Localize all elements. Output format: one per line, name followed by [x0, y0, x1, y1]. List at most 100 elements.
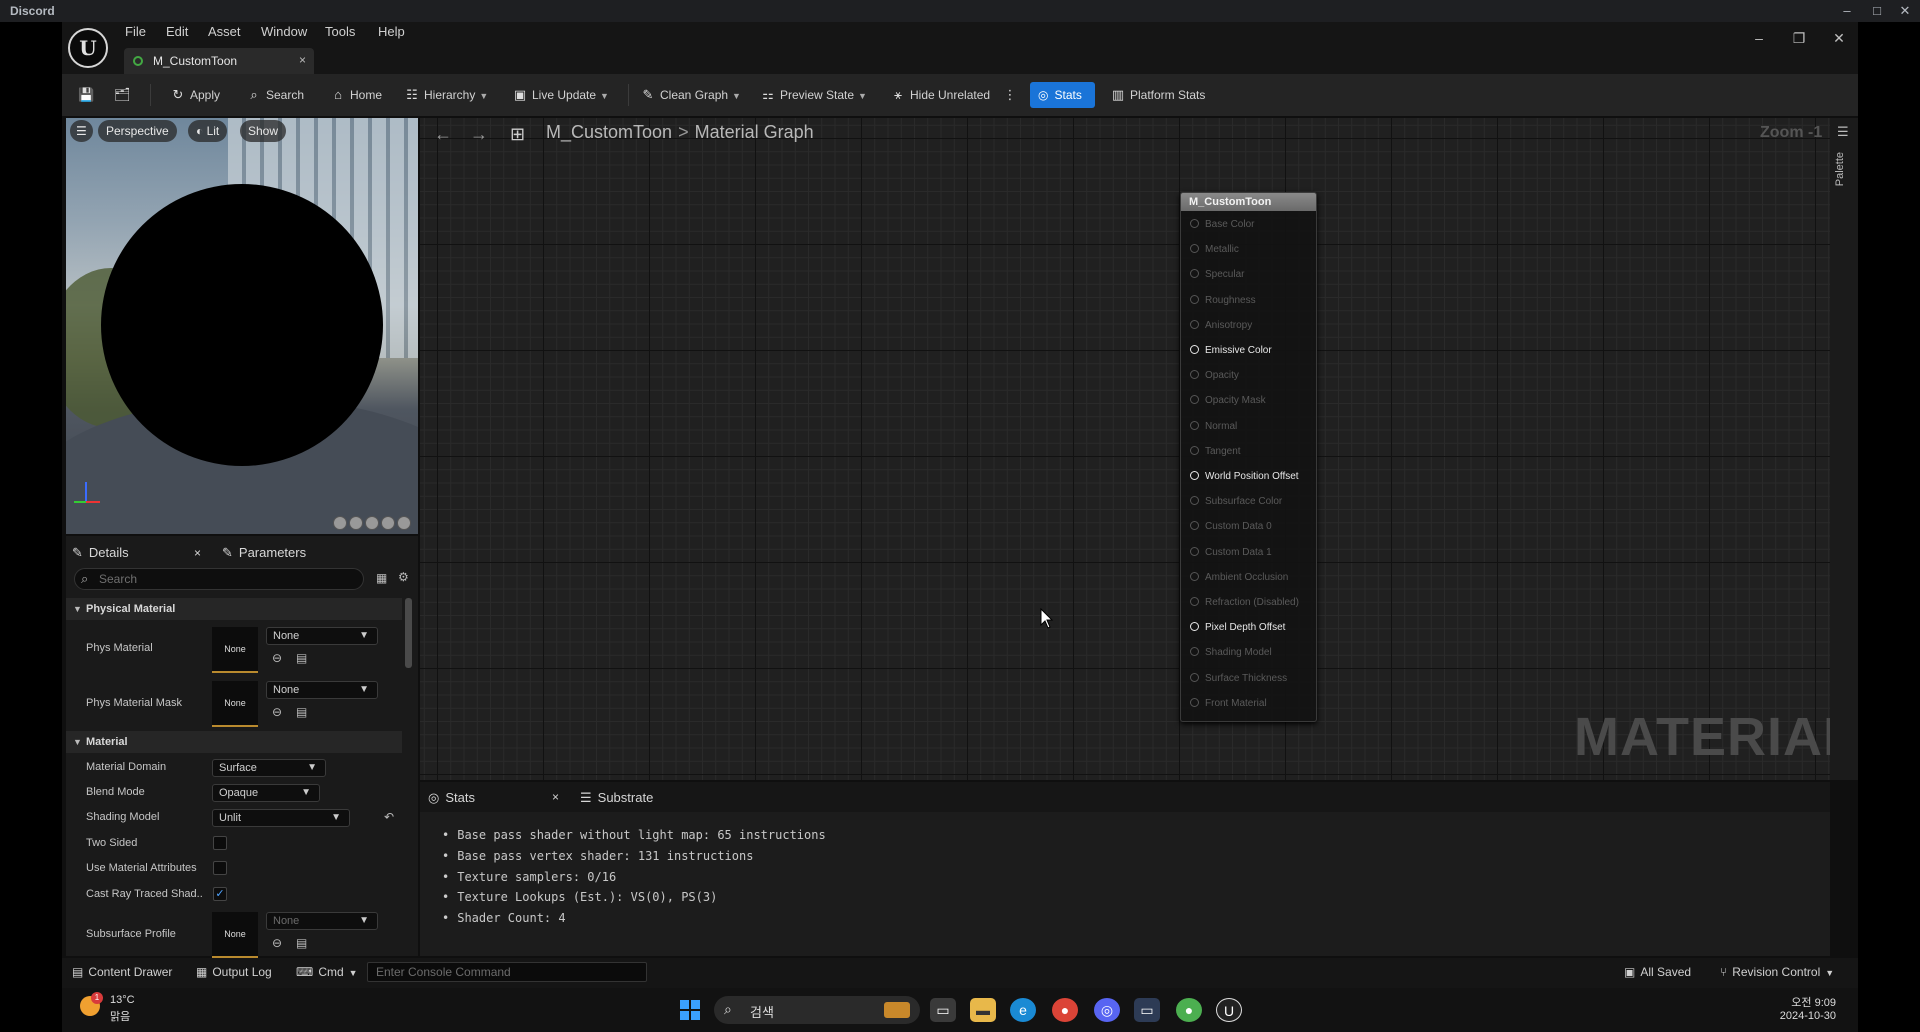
node-pin[interactable]: Custom Data 1: [1190, 546, 1272, 560]
revision-control-button[interactable]: ⑂ Revision Control ▼: [1720, 965, 1834, 979]
gear-icon[interactable]: ⚙: [398, 570, 409, 584]
tab-close-icon[interactable]: ×: [299, 53, 306, 67]
console-input[interactable]: Enter Console Command: [367, 962, 647, 982]
preview-mesh-selector[interactable]: [333, 516, 413, 533]
windows-start-icon[interactable]: [680, 1000, 700, 1020]
details-tab-close[interactable]: ×: [194, 540, 201, 566]
pin-connector-icon[interactable]: [1190, 673, 1199, 682]
node-pin[interactable]: Normal: [1190, 420, 1237, 434]
pin-connector-icon[interactable]: [1190, 597, 1199, 606]
cast-ray-traced-shadows-checkbox[interactable]: ✓: [213, 887, 227, 901]
pin-connector-icon[interactable]: [1190, 496, 1199, 505]
node-pin[interactable]: Refraction (Disabled): [1190, 596, 1299, 610]
node-pin[interactable]: Opacity Mask: [1190, 394, 1266, 408]
breadcrumb-root[interactable]: M_CustomToon: [546, 122, 672, 142]
pin-connector-icon[interactable]: [1190, 471, 1199, 480]
minimize-button[interactable]: –: [1744, 28, 1774, 48]
node-pin[interactable]: Surface Thickness: [1190, 672, 1287, 686]
use-selected-icon[interactable]: ⊖: [272, 936, 282, 950]
stats-tab-close[interactable]: ×: [552, 790, 559, 804]
node-pin[interactable]: Emissive Color: [1190, 344, 1272, 358]
subsurface-profile-combo[interactable]: None ▼: [266, 912, 378, 930]
menu-asset[interactable]: Asset: [208, 24, 241, 39]
pin-connector-icon[interactable]: [1190, 370, 1199, 379]
section-physical-material[interactable]: ▼ Physical Material: [66, 598, 402, 620]
home-button[interactable]: ⌂ Home: [330, 82, 382, 108]
unreal-engine-icon[interactable]: U: [1216, 998, 1242, 1022]
node-pin[interactable]: World Position Offset: [1190, 470, 1299, 484]
forward-arrow-icon[interactable]: →: [470, 124, 488, 145]
phys-material-thumbnail[interactable]: None: [212, 627, 258, 673]
pin-connector-icon[interactable]: [1190, 219, 1199, 228]
stats-button[interactable]: ◎ Stats: [1030, 82, 1095, 108]
show-button[interactable]: Show: [240, 120, 287, 142]
viewport-menu-button[interactable]: ☰: [70, 120, 93, 142]
pin-connector-icon[interactable]: [1190, 622, 1199, 631]
menu-window[interactable]: Window: [261, 24, 307, 39]
material-domain-combo[interactable]: Surface ▼: [212, 759, 326, 777]
pin-connector-icon[interactable]: [1190, 446, 1199, 455]
tab-parameters[interactable]: ✎ Parameters: [222, 540, 306, 566]
more-options-button[interactable]: ⋮: [1002, 82, 1022, 108]
phys-material-combo[interactable]: None ▼: [266, 627, 378, 645]
details-search-input[interactable]: ⌕ Search: [74, 568, 364, 590]
subsurface-profile-thumbnail[interactable]: None: [212, 912, 258, 958]
node-pin[interactable]: Custom Data 0: [1190, 520, 1272, 534]
preview-viewport[interactable]: [66, 118, 418, 534]
back-arrow-icon[interactable]: ←: [434, 124, 452, 145]
browse-button[interactable]: 🗂: [114, 82, 134, 108]
section-material[interactable]: ▼ Material: [66, 731, 402, 753]
platform-stats-button[interactable]: ▥ Platform Stats: [1110, 82, 1206, 108]
browse-asset-icon[interactable]: ▤: [296, 651, 307, 665]
lit-button[interactable]: ◐ Lit: [188, 120, 228, 142]
pin-connector-icon[interactable]: [1190, 244, 1199, 253]
chrome-profile-icon[interactable]: ●: [1176, 998, 1202, 1022]
chrome-icon[interactable]: ●: [1052, 998, 1078, 1022]
pin-connector-icon[interactable]: [1190, 269, 1199, 278]
pin-connector-icon[interactable]: [1190, 320, 1199, 329]
search-button[interactable]: ⌕ Search: [246, 82, 304, 108]
tab-substrate[interactable]: ☰ Substrate: [580, 790, 653, 806]
app-icon[interactable]: ▭: [1134, 998, 1160, 1022]
menu-help[interactable]: Help: [378, 24, 405, 39]
taskbar-search[interactable]: ⌕ 검색: [714, 996, 920, 1024]
browse-asset-icon[interactable]: ▤: [296, 936, 307, 950]
use-material-attributes-checkbox[interactable]: [213, 861, 227, 875]
phys-material-mask-thumbnail[interactable]: None: [212, 681, 258, 727]
node-pin[interactable]: Base Color: [1190, 218, 1254, 232]
pin-connector-icon[interactable]: [1190, 547, 1199, 556]
node-pin[interactable]: Specular: [1190, 268, 1244, 282]
pin-connector-icon[interactable]: [1190, 395, 1199, 404]
perspective-button[interactable]: Perspective: [98, 120, 177, 142]
edge-icon[interactable]: e: [1010, 998, 1036, 1022]
file-explorer-icon[interactable]: ▬: [970, 998, 996, 1022]
palette-tab[interactable]: Palette: [1834, 152, 1846, 186]
palette-list-icon[interactable]: ☰: [1837, 124, 1849, 140]
close-button[interactable]: ✕: [1824, 28, 1854, 48]
pin-connector-icon[interactable]: [1190, 698, 1199, 707]
discord-minimize-button[interactable]: –: [1836, 2, 1858, 20]
use-selected-icon[interactable]: ⊖: [272, 705, 282, 719]
browse-asset-icon[interactable]: ▤: [296, 705, 307, 719]
node-pin[interactable]: Anisotropy: [1190, 319, 1252, 333]
live-update-button[interactable]: ▣ Live Update ▼: [512, 82, 609, 108]
unreal-logo-icon[interactable]: U: [68, 28, 108, 68]
discord-maximize-button[interactable]: □: [1866, 2, 1888, 20]
two-sided-checkbox[interactable]: [213, 836, 227, 850]
save-button[interactable]: 💾: [78, 82, 98, 108]
task-view-icon[interactable]: ▭: [930, 998, 956, 1022]
pin-connector-icon[interactable]: [1190, 521, 1199, 530]
restore-button[interactable]: ❐: [1784, 28, 1814, 48]
phys-material-mask-combo[interactable]: None ▼: [266, 681, 378, 699]
reset-to-default-icon[interactable]: ↶: [384, 810, 394, 824]
output-log-button[interactable]: ▦ Output Log: [196, 965, 272, 979]
node-pin[interactable]: Metallic: [1190, 243, 1239, 257]
taskbar-clock[interactable]: 오전 9:09 2024-10-30: [1776, 994, 1836, 1022]
tab-stats[interactable]: ◎ Stats: [428, 790, 475, 806]
discord-close-button[interactable]: ✕: [1894, 2, 1916, 20]
tab-details[interactable]: ✎ Details: [72, 540, 129, 566]
use-selected-icon[interactable]: ⊖: [272, 651, 282, 665]
pin-connector-icon[interactable]: [1190, 345, 1199, 354]
material-graph-canvas[interactable]: [420, 118, 1830, 780]
cmd-dropdown[interactable]: ⌨ Cmd ▼: [296, 965, 358, 979]
